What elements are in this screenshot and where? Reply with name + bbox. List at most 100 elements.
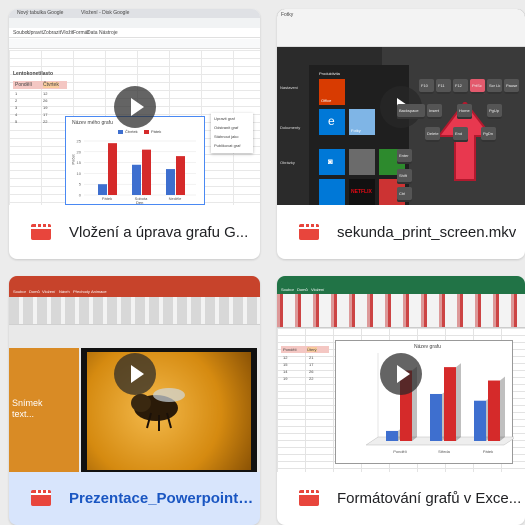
edge-icon: e — [328, 114, 335, 128]
window-label: Fotky — [281, 12, 294, 18]
table-row: 5 22 — [13, 118, 67, 125]
start-menu: Nastavení Dokumenty Obrázky Produktivita… — [277, 65, 409, 205]
video-card-powerpoint[interactable]: Soubor Domů Vložení Návrh Přechody Anima… — [9, 276, 260, 525]
play-icon[interactable] — [113, 86, 156, 128]
table-cell: 26 — [309, 369, 314, 374]
video-title[interactable]: Formátování grafů v Exce... — [337, 490, 521, 507]
ppt-ribbon — [9, 297, 260, 325]
y-tick-label: 20 — [77, 149, 82, 154]
chart-bar — [444, 367, 456, 441]
key-label: F12 — [455, 83, 462, 88]
video-thumbnail: Soubor Domů Vložení Pondělí Úterý 12 21 15… — [277, 276, 525, 472]
camera-icon: ◙ — [328, 157, 333, 166]
play-icon[interactable] — [113, 353, 156, 395]
menu-item: Animace — [91, 289, 107, 294]
play-icon[interactable] — [380, 353, 422, 395]
y-tick-label: 5 — [79, 182, 82, 187]
key-label: Ctrl — [399, 191, 406, 196]
keyboard-key: Enter — [397, 149, 412, 164]
video-card-excel[interactable]: Soubor Domů Vložení Pondělí Úterý 12 21 15… — [277, 276, 525, 525]
video-title[interactable]: sekunda_print_screen.mkv — [337, 224, 516, 241]
chart-object[interactable]: Název mého grafu Čtvrtek Pátek Počet 051… — [65, 116, 205, 205]
table-header-row: Pondělí Čtvrtek — [13, 81, 67, 89]
x-tick-label: Pátek — [483, 449, 493, 454]
table-header-row: Pondělí Úterý — [281, 346, 329, 353]
chart-bar — [98, 184, 107, 195]
excel-ribbon — [277, 294, 525, 328]
video-title[interactable]: Vložení a úprava grafu G... — [69, 224, 248, 241]
table-row: 14 26 — [281, 368, 329, 375]
video-thumbnail: Nový tabulka Google Vložení - Disk Googl… — [9, 9, 260, 205]
keyboard-key: Backspace — [397, 104, 425, 119]
address-bar — [9, 18, 260, 28]
sidebar-item[interactable]: Dokumenty — [280, 125, 300, 130]
video-caption: Prezentace_Powerpoint_... — [9, 471, 260, 525]
chart-plot: Pondělí Středa Pátek — [365, 353, 514, 454]
table-cell: 22 — [43, 119, 48, 124]
tile-blue[interactable] — [319, 179, 345, 205]
menu-item: Upravit — [27, 30, 43, 36]
keyboard-key: PrtSc — [470, 79, 485, 94]
sidebar-item[interactable]: Obrázky — [280, 160, 295, 165]
menu-option[interactable]: Odstranit graf — [214, 125, 238, 130]
tile-photos[interactable]: Fotky — [349, 109, 375, 135]
sidebar-item[interactable]: Nastavení — [280, 85, 298, 90]
y-tick-label: 10 — [77, 171, 82, 176]
menu-item: Návrh — [59, 289, 70, 294]
menu-option[interactable]: Upravit graf — [214, 116, 235, 121]
table-cell: 5 — [15, 119, 18, 124]
tile-store[interactable]: ◙ — [319, 149, 345, 175]
bar-side — [500, 376, 505, 441]
start-menu-sidebar: Nastavení Dokumenty Obrázky — [277, 65, 309, 205]
menu-item: Zobrazit — [43, 30, 62, 36]
sheets-toolbar — [9, 39, 260, 49]
browser-tab: Vložení - Disk Google — [81, 10, 130, 16]
menu-option[interactable]: Stáhnout jako — [214, 134, 238, 139]
chart-bar — [430, 393, 442, 441]
chart-object[interactable]: Název grafu Pondělí Středa Pátek — [335, 340, 514, 464]
x-tick-label: Neděle — [169, 196, 182, 201]
tile-label: Fotky — [351, 128, 361, 133]
video-title[interactable]: Prezentace_Powerpoint_... — [69, 490, 254, 507]
tile-dialog[interactable] — [349, 149, 375, 175]
x-tick-label: Pátek — [102, 196, 112, 201]
menu-option[interactable]: Publikovat graf — [214, 143, 240, 148]
menu-item: Vložení — [311, 287, 325, 292]
video-card-print-screen[interactable]: Fotky Nastavení Dokumenty Obrázky Produk… — [277, 9, 525, 259]
tile-label: NETFLIX — [351, 189, 372, 195]
menu-item: Domů — [29, 289, 40, 294]
table-row: 15 17 — [281, 361, 329, 368]
key-label: End — [455, 131, 463, 136]
y-tick-label: 15 — [77, 160, 82, 165]
video-card-google-sheets[interactable]: Nový tabulka Google Vložení - Disk Googl… — [9, 9, 260, 259]
menu-item: Soubor — [13, 289, 26, 294]
tile-label: Office — [321, 98, 332, 103]
key-label: Delete — [427, 131, 439, 136]
table-header: Čtvrtek — [43, 82, 59, 88]
keyboard-key: Pause — [504, 79, 519, 94]
table-header: Pondělí — [15, 82, 32, 88]
keyboard-key: Home — [457, 104, 472, 119]
menu-item: Domů — [297, 287, 308, 292]
tile-netflix[interactable]: NETFLIX — [349, 179, 375, 205]
key-label: PrtSc — [472, 83, 482, 88]
table-cell: 14 — [283, 369, 288, 374]
menu-item: Soubor — [281, 287, 294, 292]
table-row: 4 17 — [13, 111, 67, 118]
tile-edge[interactable]: e — [319, 109, 345, 135]
key-label: Pause — [506, 83, 518, 88]
table-header: Úterý — [307, 347, 317, 352]
ppt-menu-bar: Soubor Domů Vložení Návrh Přechody Anima… — [9, 287, 260, 297]
table-cell: 4 — [15, 112, 18, 117]
bar-side — [456, 363, 461, 441]
video-caption: Formátování grafů v Exce... — [277, 471, 525, 525]
key-label: Home — [459, 108, 470, 113]
table-row: 12 21 — [281, 354, 329, 361]
chart-bar — [132, 164, 141, 195]
video-file-icon — [299, 490, 319, 506]
menu-item: Přechody — [73, 289, 90, 294]
tile-office[interactable]: Office — [319, 79, 345, 105]
key-label: F11 — [438, 83, 445, 88]
table-cell: 15 — [283, 362, 288, 367]
key-label: Backspace — [399, 108, 419, 113]
